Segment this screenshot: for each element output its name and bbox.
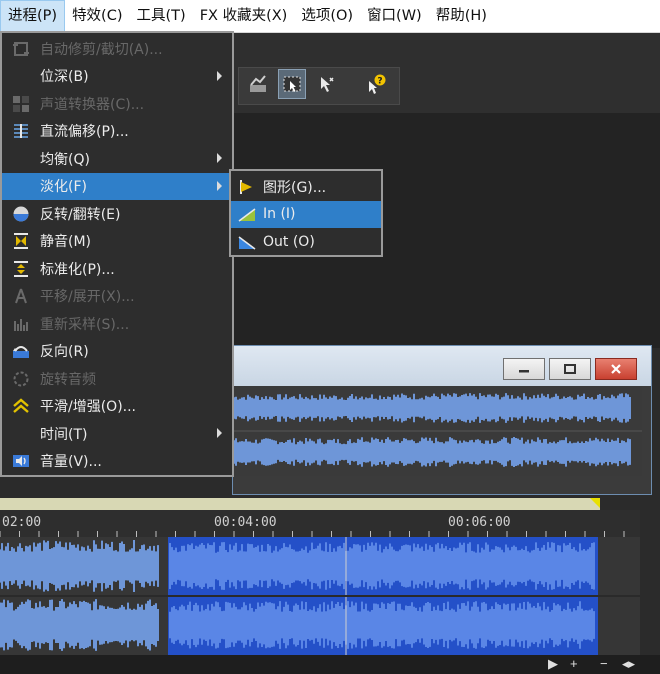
menu-item-label: 静音(M) [40, 234, 92, 251]
zoom-in-button[interactable]: + [570, 656, 578, 671]
submenu-arrow-icon [217, 70, 222, 81]
minimize-button[interactable] [503, 358, 545, 380]
minimize-icon [519, 370, 529, 373]
smooth-enhance-icon [2, 393, 40, 420]
graphic-fade-icon [231, 173, 263, 200]
help-tool-button[interactable]: ? [362, 69, 390, 99]
fade-in-icon [231, 201, 263, 228]
menu-item-normalize[interactable]: 标准化(P)... [2, 255, 232, 283]
menu-effects[interactable]: 特效(C) [65, 0, 129, 33]
bottom-scroll-bar: ▶ + − ◂▸ [0, 655, 660, 674]
submenu-item-fade-out[interactable]: Out (O) [231, 228, 381, 256]
ruler-ticks [0, 531, 625, 537]
menu-item-label: 旋转音频 [40, 371, 96, 388]
auto-trim-icon [2, 35, 40, 62]
submenu-arrow-icon [217, 180, 222, 191]
end-marker [590, 498, 600, 508]
submenu-arrow-icon [217, 428, 222, 438]
close-icon [611, 364, 621, 374]
upper-waveform-view[interactable] [232, 386, 642, 476]
menu-item-dc-offset[interactable]: 直流偏移(P)... [2, 118, 232, 146]
menu-item-rotate-audio[interactable]: 旋转音频 [2, 365, 232, 393]
selection-bar[interactable] [0, 498, 600, 510]
menu-item-time[interactable]: 时间(T) [2, 420, 232, 448]
menu-item-auto-trim[interactable]: 自动修剪/截切(A)... [2, 35, 232, 63]
fade-out-icon [231, 228, 263, 255]
menu-fx-favorites[interactable]: FX 收藏夹(X) [193, 0, 295, 33]
menu-item-label: 位深(B) [40, 69, 89, 86]
menu-item-channel-converter[interactable]: 声道转换器(C)... [2, 90, 232, 118]
dc-offset-icon [2, 118, 40, 145]
menu-item-reverse[interactable]: 反向(R) [2, 338, 232, 366]
maximize-button[interactable] [549, 358, 591, 380]
submenu-item-label: Out (O) [263, 233, 315, 250]
scrub-tool-icon [321, 77, 334, 92]
menu-item-label: 标准化(P)... [40, 261, 115, 278]
submenu-item-fade-in[interactable]: In (I) [231, 200, 381, 228]
menu-item-label: 反向(R) [40, 344, 89, 361]
select-tool-button[interactable] [278, 69, 306, 99]
scroll-button[interactable]: ◂▸ [622, 656, 635, 672]
envelope-tool-button[interactable] [244, 69, 272, 99]
menu-window[interactable]: 窗口(W) [360, 0, 429, 33]
menu-item-mute[interactable]: 静音(M) [2, 228, 232, 256]
pan-expand-icon [2, 283, 40, 310]
menu-item-bit-depth[interactable]: 位深(B) [2, 63, 232, 91]
close-button[interactable] [595, 358, 637, 380]
menu-item-label: 均衡(Q) [40, 151, 90, 168]
menu-bar: 进程(P) 特效(C) 工具(T) FX 收藏夹(X) 选项(O) 窗口(W) … [0, 0, 660, 33]
menu-item-label: 淡化(F) [40, 179, 87, 196]
process-menu: 自动修剪/截切(A)... 位深(B) 声道转换器(C)... 直流偏移(P).… [0, 31, 234, 477]
menu-item-smooth-enhance[interactable]: 平滑/增强(O)... [2, 393, 232, 421]
menu-item-label: 时间(T) [40, 426, 88, 443]
help-pointer-icon: ? [369, 74, 386, 94]
reverse-icon [2, 338, 40, 365]
maximize-icon [564, 364, 576, 374]
menu-help[interactable]: 帮助(H) [429, 0, 494, 33]
channel-converter-icon [2, 90, 40, 117]
normalize-icon [2, 255, 40, 282]
menu-item-label: 自动修剪/截切(A)... [40, 41, 163, 58]
menu-tools[interactable]: 工具(T) [130, 0, 193, 33]
svg-text:?: ? [377, 77, 382, 87]
volume-icon [2, 448, 40, 475]
menu-item-invert[interactable]: 反转/翻转(E) [2, 200, 232, 228]
invert-icon [2, 200, 40, 227]
menu-options[interactable]: 选项(O) [294, 0, 360, 33]
menu-item-label: 重新采样(S)... [40, 316, 130, 333]
scrub-tool-button[interactable] [312, 69, 340, 99]
submenu-item-label: In (I) [263, 206, 296, 223]
time-ruler[interactable]: 02:00 00:04:00 00:06:00 [0, 510, 640, 537]
resample-icon [2, 310, 40, 337]
menu-item-volume[interactable]: 音量(V)... [2, 448, 232, 476]
submenu-item-graphic-fade[interactable]: 图形(G)... [231, 173, 381, 201]
menu-item-label: 声道转换器(C)... [40, 96, 145, 113]
envelope-tool-icon [250, 75, 266, 92]
zoom-out-button[interactable]: − [600, 656, 608, 671]
menu-item-label: 直流偏移(P)... [40, 124, 129, 141]
menu-process[interactable]: 进程(P) [0, 0, 66, 33]
menu-item-label: 音量(V)... [40, 454, 102, 471]
main-waveform-view[interactable] [0, 537, 640, 655]
submenu-arrow-icon [217, 153, 222, 163]
menu-item-resample[interactable]: 重新采样(S)... [2, 310, 232, 338]
menu-item-label: 反转/翻转(E) [40, 206, 121, 223]
menu-item-fade[interactable]: 淡化(F) [2, 172, 232, 200]
menu-item-label: 平移/展开(X)... [40, 289, 135, 306]
menu-item-pan-expand[interactable]: 平移/展开(X)... [2, 283, 232, 311]
fade-submenu: 图形(G)... In (I) Out (O) [229, 169, 383, 257]
rotate-audio-icon [2, 365, 40, 392]
menu-item-label: 平滑/增强(O)... [40, 399, 137, 416]
menu-item-eq[interactable]: 均衡(Q) [2, 145, 232, 173]
submenu-item-label: 图形(G)... [263, 179, 327, 196]
play-region-button[interactable]: ▶ [548, 656, 558, 672]
select-tool-icon [283, 76, 301, 92]
mute-icon [2, 228, 40, 255]
